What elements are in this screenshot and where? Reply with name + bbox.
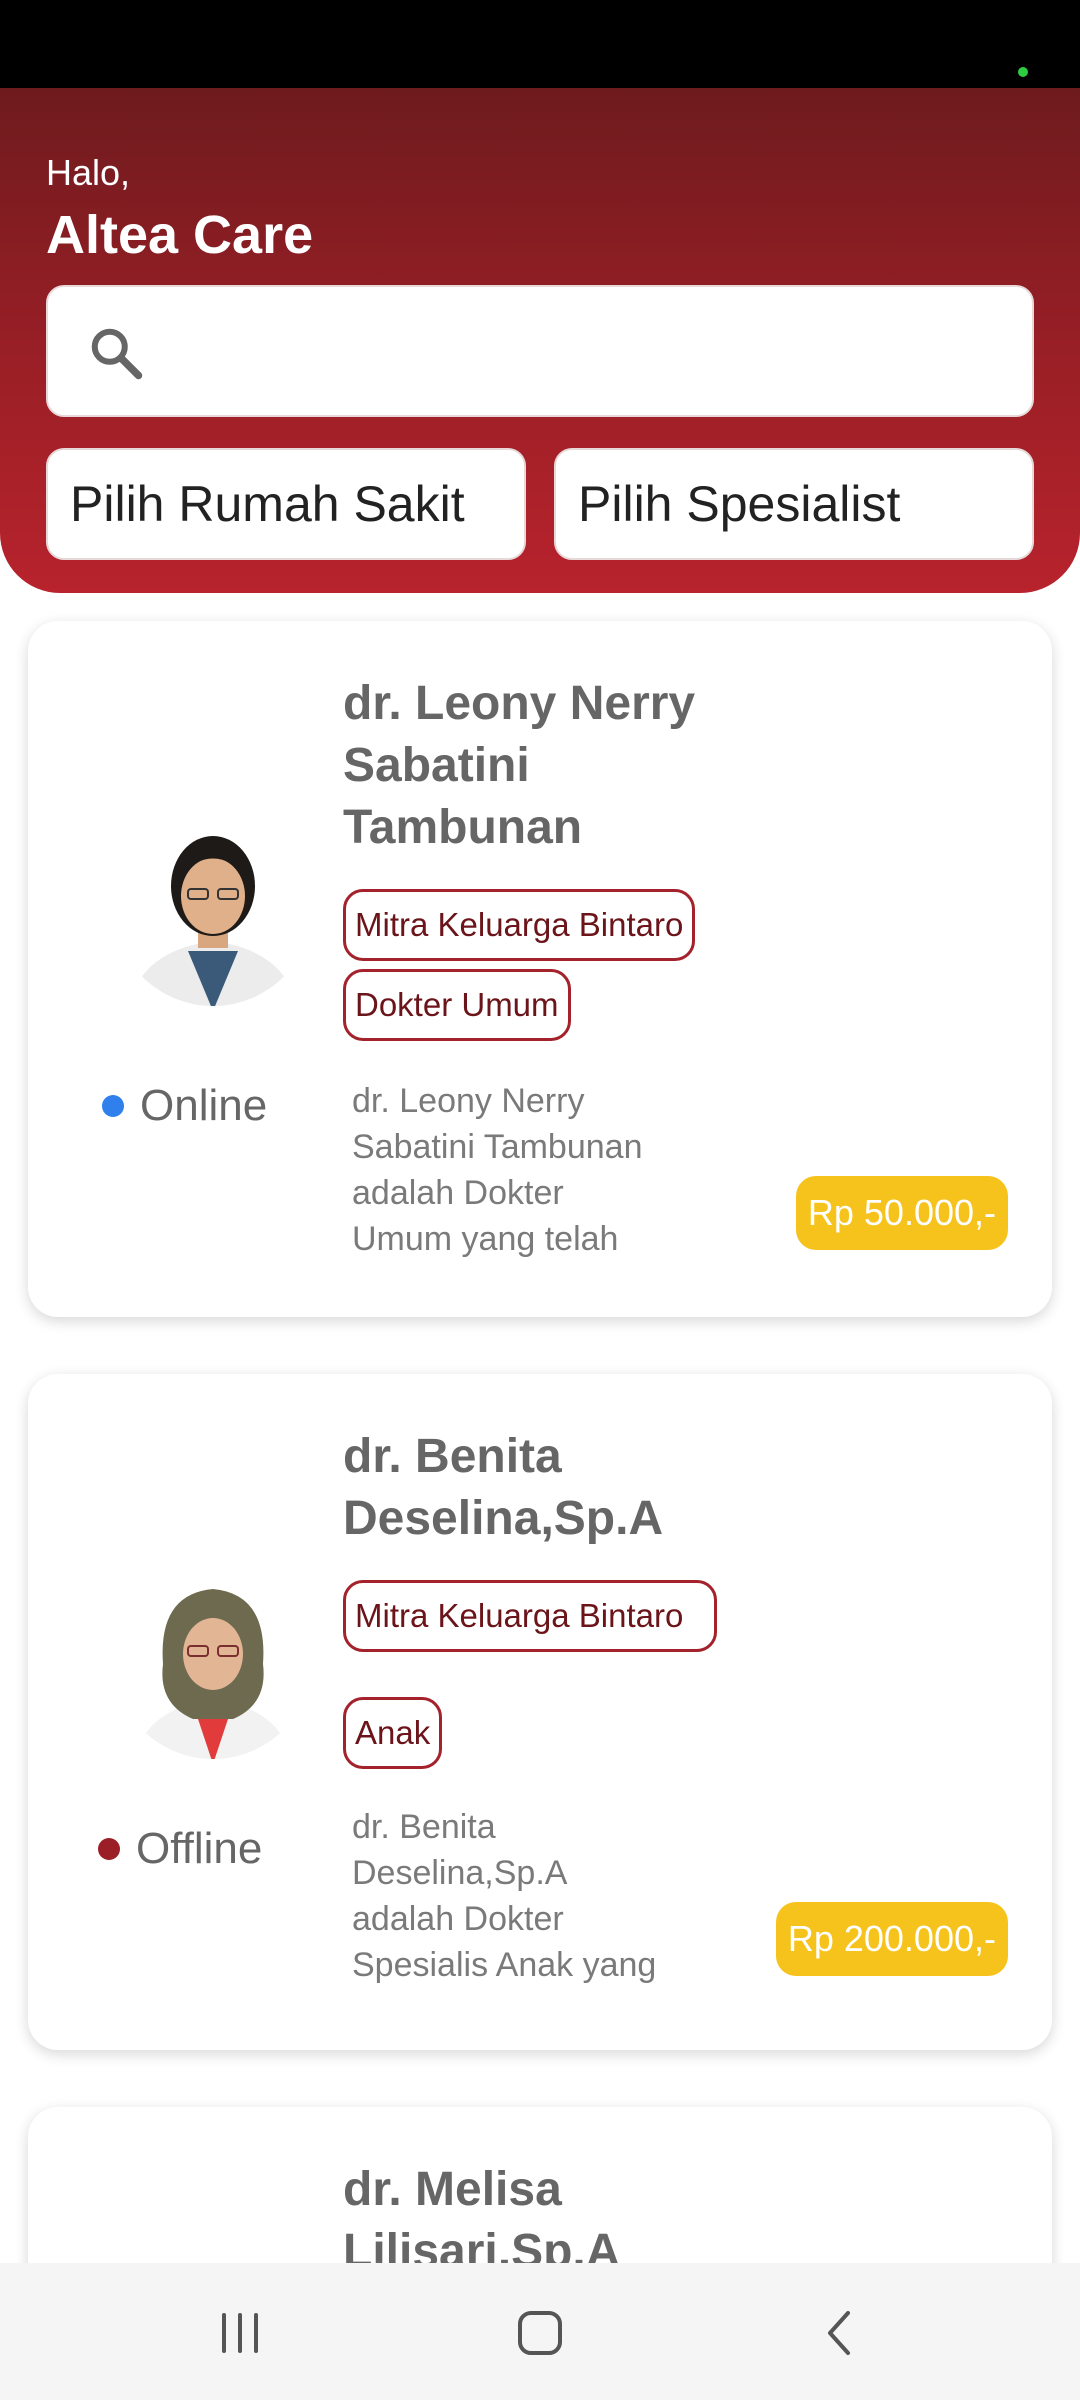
online-status-dot	[102, 1095, 124, 1117]
doctor-description: dr. Benita Deselina,Sp.A adalah Dokter S…	[352, 1808, 657, 1984]
hospital-tag: Mitra Keluarga Bintaro	[343, 889, 696, 961]
recents-icon[interactable]	[210, 2303, 270, 2363]
doctor-name: dr. Melisa Lilisari,Sp.A	[343, 2163, 621, 2263]
doctor-card[interactable]: Offline dr. Benita Deselina,Sp.A Mitra K…	[28, 1374, 1052, 2050]
user-name: Altea Care	[46, 205, 314, 265]
header: Halo, Altea Care Pilih Rumah Sakit Pilih…	[0, 88, 1080, 593]
specialty-tag: Anak	[343, 1697, 443, 1769]
filter-specialist-button[interactable]: Pilih Spesialist	[554, 448, 1034, 560]
doctor-avatar	[113, 1559, 313, 1759]
filter-hospital-button[interactable]: Pilih Rumah Sakit	[46, 448, 526, 560]
doctor-status: Online	[102, 1081, 267, 1131]
hospital-tag: Mitra Keluarga Bintaro	[343, 1580, 717, 1652]
offline-status-dot	[98, 1838, 120, 1860]
status-indicator-dot	[1018, 67, 1028, 77]
system-navigation-bar	[0, 2263, 1080, 2400]
price-badge: Rp 50.000,-	[795, 1176, 1008, 1250]
back-icon[interactable]	[810, 2303, 870, 2363]
price-badge: Rp 200.000,-	[775, 1902, 1008, 1976]
doctor-card[interactable]: Online dr. Leony Nerry Sabatini Tambunan…	[28, 621, 1052, 1317]
doctor-status: Offline	[98, 1824, 262, 1874]
status-bar	[0, 0, 1080, 88]
doctor-avatar	[113, 806, 313, 1006]
status-label: Offline	[136, 1824, 263, 1873]
doctor-card[interactable]: dr. Melisa Lilisari,Sp.A	[28, 2107, 1052, 2263]
doctor-list[interactable]: Online dr. Leony Nerry Sabatini Tambunan…	[0, 593, 1080, 2263]
greeting-text: Halo,	[46, 152, 131, 193]
specialty-tag: Dokter Umum	[343, 969, 571, 1041]
doctor-name: dr. Benita Deselina,Sp.A	[343, 1430, 664, 1545]
doctor-description: dr. Leony Nerry Sabatini Tambunan adalah…	[352, 1082, 643, 1258]
doctor-name: dr. Leony Nerry Sabatini Tambunan	[343, 677, 696, 854]
search-icon	[91, 328, 143, 380]
status-label: Online	[140, 1081, 268, 1130]
search-input[interactable]	[46, 285, 1034, 417]
home-icon[interactable]	[510, 2303, 570, 2363]
